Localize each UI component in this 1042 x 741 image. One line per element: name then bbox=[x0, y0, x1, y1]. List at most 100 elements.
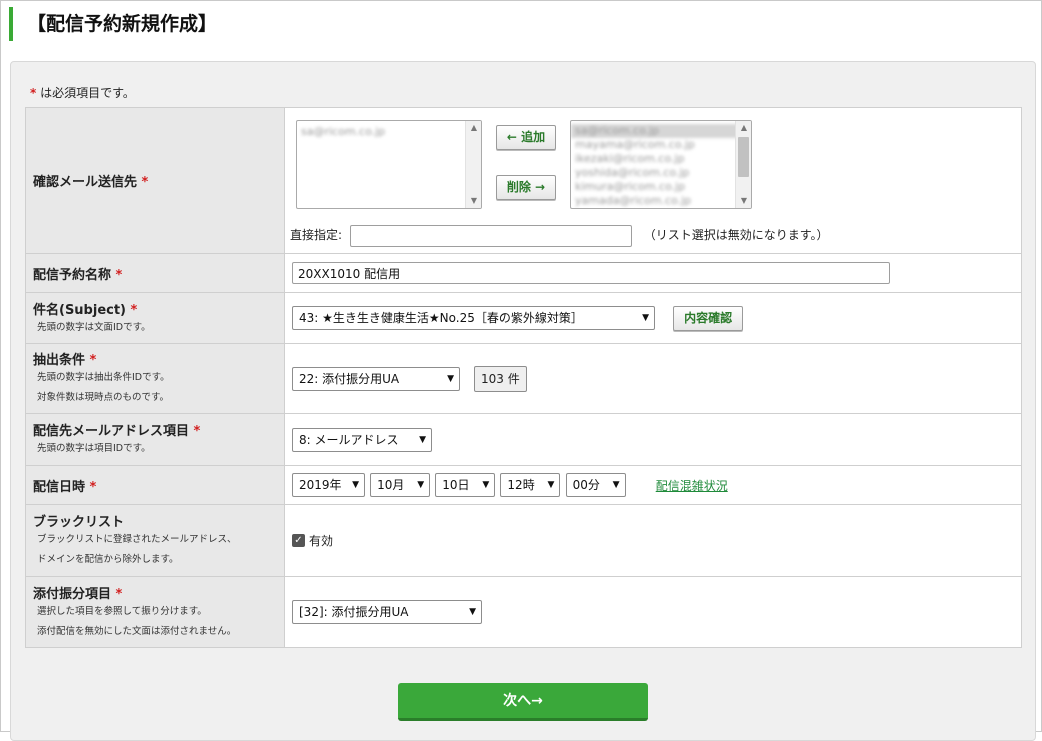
selected-mail-list[interactable]: sa@ricom.co.jp mayama@ricom.co.jp ikezak… bbox=[570, 120, 752, 209]
row-datetime: 配信日時 * 2019年 ▼ 10月 ▼ 10日 ▼ 12時 ▼ 00分 ▼ 配… bbox=[25, 465, 1022, 505]
subject-label: 件名(Subject) bbox=[33, 302, 126, 318]
chevron-down-icon: ▼ bbox=[447, 373, 454, 384]
list-item[interactable]: kimura@ricom.co.jp bbox=[571, 180, 751, 194]
mail-address-note: 先頭の数字は項目IDです。 bbox=[37, 443, 151, 454]
content-confirm-button[interactable]: 内容確認 bbox=[673, 305, 744, 331]
scrollbar[interactable]: ▲ ▼ bbox=[465, 121, 481, 208]
scroll-thumb[interactable] bbox=[738, 137, 749, 177]
blacklist-checkbox-label: 有効 bbox=[309, 534, 334, 548]
scroll-up-icon[interactable]: ▲ bbox=[736, 121, 751, 135]
mail-address-select[interactable]: 8: メールアドレス ▼ bbox=[292, 427, 432, 452]
extract-selected: 22: 添付振分用UA bbox=[299, 371, 400, 386]
blacklist-note-1: ブラックリストに登録されたメールアドレス、 bbox=[37, 534, 237, 545]
direct-specify-label: 直接指定: bbox=[290, 228, 343, 242]
required-mark: * bbox=[89, 479, 97, 495]
required-note: * は必須項目です。 bbox=[30, 84, 135, 101]
hour-selected: 12時 bbox=[507, 478, 535, 492]
next-button[interactable]: 次へ→ bbox=[398, 683, 648, 721]
direct-specify-row: 直接指定: （リスト選択は無効になります。） bbox=[290, 223, 829, 247]
label-mail-address: 配信先メールアドレス項目 * 先頭の数字は項目IDです。 bbox=[25, 413, 285, 466]
list-item[interactable]: mayama@ricom.co.jp bbox=[571, 138, 751, 152]
reservation-name-label: 配信予約名称 bbox=[33, 267, 112, 283]
scroll-down-icon[interactable]: ▼ bbox=[466, 194, 481, 208]
label-blacklist: ブラックリスト ブラックリストに登録されたメールアドレス、 ドメインを配信から除… bbox=[25, 504, 285, 577]
chevron-down-icon: ▼ bbox=[352, 480, 359, 490]
add-button[interactable]: ← 追加 bbox=[496, 125, 556, 150]
blacklist-label: ブラックリスト bbox=[33, 515, 125, 530]
available-mail-list[interactable]: sa@ricom.co.jp ▲ ▼ bbox=[296, 120, 482, 209]
attachment-selected: [32]: 添付振分用UA bbox=[299, 605, 409, 619]
chevron-down-icon: ▼ bbox=[417, 480, 425, 490]
chevron-down-icon: ▼ bbox=[419, 434, 426, 445]
year-select[interactable]: 2019年 ▼ bbox=[292, 473, 365, 497]
list-item[interactable]: ikezaki@ricom.co.jp bbox=[571, 152, 751, 166]
label-confirm-mail: 確認メール送信先 * bbox=[25, 107, 285, 254]
row-reservation-name: 配信予約名称 * bbox=[25, 253, 1022, 293]
subject-note: 先頭の数字は文面IDです。 bbox=[37, 321, 151, 333]
reservation-name-input[interactable] bbox=[292, 262, 890, 284]
mail-address-cell: 8: メールアドレス ▼ bbox=[284, 413, 1022, 466]
list-item[interactable]: sa@ricom.co.jp bbox=[571, 124, 751, 138]
minute-select[interactable]: 00分 ▼ bbox=[565, 473, 626, 497]
list-item[interactable]: yoshida@ricom.co.jp bbox=[571, 166, 751, 180]
blacklist-checkbox[interactable]: ✓ bbox=[292, 534, 305, 547]
mail-address-label: 配信先メールアドレス項目 bbox=[33, 424, 190, 439]
month-select[interactable]: 10月 ▼ bbox=[370, 473, 431, 497]
attachment-select[interactable]: [32]: 添付振分用UA ▼ bbox=[292, 600, 482, 624]
label-subject: 件名(Subject) * 先頭の数字は文面IDです。 bbox=[25, 292, 285, 344]
chevron-down-icon: ▼ bbox=[642, 313, 649, 323]
label-datetime: 配信日時 * bbox=[25, 465, 285, 505]
required-mark: * bbox=[115, 267, 123, 283]
blacklist-cell: ✓ 有効 bbox=[284, 504, 1022, 577]
label-reservation-name: 配信予約名称 * bbox=[25, 253, 285, 293]
chevron-down-icon: ▼ bbox=[482, 480, 490, 490]
scrollbar[interactable]: ▲ ▼ bbox=[735, 121, 751, 208]
row-subject: 件名(Subject) * 先頭の数字は文面IDです。 43: ★生き生き健康生… bbox=[25, 292, 1022, 344]
remove-button[interactable]: 削除 → bbox=[496, 175, 556, 200]
target-count-badge: 103 件 bbox=[474, 365, 527, 392]
extract-note-2: 対象件数は現時点のものです。 bbox=[37, 392, 170, 403]
extract-select[interactable]: 22: 添付振分用UA ▼ bbox=[292, 366, 460, 391]
subject-cell: 43: ★生き生き健康生活★No.25［春の紫外線対策］ ▼ 内容確認 bbox=[284, 292, 1022, 344]
chevron-down-icon: ▼ bbox=[612, 480, 620, 490]
attachment-cell: [32]: 添付振分用UA ▼ bbox=[284, 576, 1022, 648]
required-mark: * bbox=[115, 586, 123, 602]
direct-specify-note: （リスト選択は無効になります。） bbox=[643, 228, 829, 242]
chevron-down-icon: ▼ bbox=[547, 480, 555, 490]
blacklist-note-2: ドメインを配信から除外します。 bbox=[37, 554, 179, 565]
scroll-up-icon[interactable]: ▲ bbox=[466, 121, 481, 135]
required-mark: * bbox=[89, 353, 97, 368]
row-blacklist: ブラックリスト ブラックリストに登録されたメールアドレス、 ドメインを配信から除… bbox=[25, 504, 1022, 577]
extract-cell: 22: 添付振分用UA ▼ 103 件 bbox=[284, 343, 1022, 414]
label-extract: 抽出条件 * 先頭の数字は抽出条件IDです。 対象件数は現時点のものです。 bbox=[25, 343, 285, 414]
row-mail-address: 配信先メールアドレス項目 * 先頭の数字は項目IDです。 8: メールアドレス … bbox=[25, 413, 1022, 466]
minute-selected: 00分 bbox=[572, 478, 600, 492]
required-mark: * bbox=[141, 175, 149, 190]
datetime-label: 配信日時 bbox=[33, 479, 86, 495]
datetime-cell: 2019年 ▼ 10月 ▼ 10日 ▼ 12時 ▼ 00分 ▼ 配信混雑状況 bbox=[284, 465, 1022, 505]
direct-specify-input[interactable] bbox=[349, 224, 632, 247]
required-mark: * bbox=[130, 302, 138, 318]
chevron-down-icon: ▼ bbox=[469, 607, 476, 617]
confirm-mail-label: 確認メール送信先 bbox=[33, 175, 138, 190]
mail-address-selected: 8: メールアドレス bbox=[299, 432, 399, 447]
delivery-congestion-link[interactable]: 配信混雑状況 bbox=[656, 479, 728, 493]
extract-label: 抽出条件 bbox=[33, 353, 86, 368]
list-item[interactable]: yamada@ricom.co.jp bbox=[571, 194, 751, 208]
scroll-down-icon[interactable]: ▼ bbox=[736, 194, 751, 208]
reservation-name-cell bbox=[284, 253, 1022, 293]
subject-select[interactable]: 43: ★生き生き健康生活★No.25［春の紫外線対策］ ▼ bbox=[292, 306, 655, 330]
year-selected: 2019年 bbox=[299, 478, 342, 492]
page-title: 【配信予約新規作成】 bbox=[9, 7, 217, 41]
required-mark: * bbox=[30, 86, 37, 100]
day-selected: 10日 bbox=[442, 478, 470, 492]
row-attachment: 添付振分項目 * 選択した項目を参照して振り分けます。 添付配信を無効にした文面… bbox=[25, 576, 1022, 648]
required-note-text: は必須項目です。 bbox=[40, 86, 135, 100]
hour-select[interactable]: 12時 ▼ bbox=[500, 473, 561, 497]
attachment-note-1: 選択した項目を参照して振り分けます。 bbox=[37, 605, 207, 617]
list-item[interactable]: sa@ricom.co.jp bbox=[297, 125, 481, 139]
month-selected: 10月 bbox=[377, 478, 405, 492]
row-extract: 抽出条件 * 先頭の数字は抽出条件IDです。 対象件数は現時点のものです。 22… bbox=[25, 343, 1022, 414]
day-select[interactable]: 10日 ▼ bbox=[435, 473, 496, 497]
attachment-label: 添付振分項目 bbox=[33, 586, 112, 602]
